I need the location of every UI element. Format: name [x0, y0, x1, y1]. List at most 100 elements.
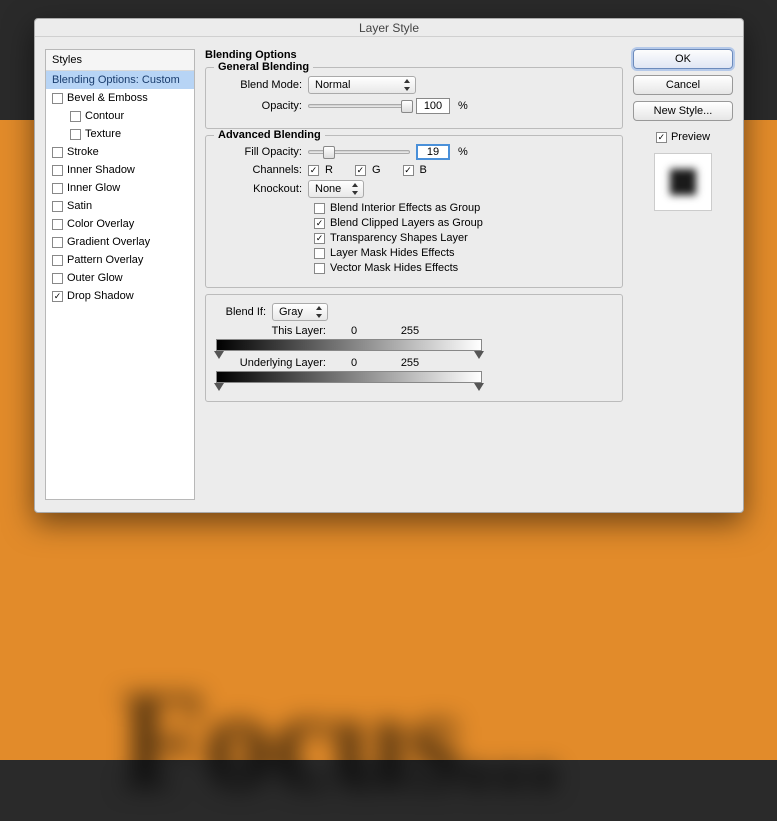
style-checkbox[interactable] [52, 147, 63, 158]
advanced-option-row: Vector Mask Hides Effects [314, 262, 612, 274]
sidebar-item-pattern-overlay[interactable]: Pattern Overlay [46, 251, 194, 269]
channel-g-label: G [372, 164, 381, 176]
channel-g-checkbox[interactable]: ✓ [355, 165, 366, 176]
styles-sidebar: Styles Blending Options: Custom Bevel & … [45, 49, 195, 500]
advanced-option-checkbox[interactable]: ✓ [314, 218, 325, 229]
advanced-blending-legend: Advanced Blending [214, 129, 325, 141]
underlying-handle-left[interactable] [214, 383, 224, 391]
blend-mode-label: Blend Mode: [216, 79, 302, 91]
preview-thumbnail [654, 153, 712, 211]
opacity-pct: % [458, 100, 468, 112]
advanced-option-row: Blend Interior Effects as Group [314, 202, 612, 214]
style-checkbox[interactable] [52, 273, 63, 284]
channels-label: Channels: [216, 164, 302, 176]
sidebar-item-label: Drop Shadow [67, 290, 134, 302]
channel-r-label: R [325, 164, 333, 176]
channel-b-checkbox[interactable]: ✓ [403, 165, 414, 176]
fill-opacity-slider[interactable] [308, 150, 410, 154]
style-checkbox[interactable]: ✓ [52, 291, 63, 302]
sidebar-item-drop-shadow[interactable]: ✓ Drop Shadow [46, 287, 194, 305]
layer-style-dialog: Layer Style Styles Blending Options: Cus… [34, 18, 744, 513]
sidebar-item-gradient-overlay[interactable]: Gradient Overlay [46, 233, 194, 251]
sidebar-item-label: Blending Options: Custom [52, 74, 180, 86]
opacity-label: Opacity: [216, 100, 302, 112]
advanced-option-checkbox[interactable] [314, 248, 325, 259]
underlying-handle-right[interactable] [474, 383, 484, 391]
style-checkbox[interactable] [52, 201, 63, 212]
sidebar-header[interactable]: Styles [46, 50, 194, 71]
sidebar-item-label: Satin [67, 200, 92, 212]
style-checkbox[interactable] [70, 111, 81, 122]
style-checkbox[interactable] [52, 219, 63, 230]
advanced-blending-group: Advanced Blending Fill Opacity: 19 % Cha… [205, 135, 623, 288]
advanced-option-row: ✓ Blend Clipped Layers as Group [314, 217, 612, 229]
sidebar-item-label: Contour [85, 110, 124, 122]
preview-label: Preview [671, 131, 710, 143]
sidebar-item-label: Gradient Overlay [67, 236, 150, 248]
dialog-title: Layer Style [35, 19, 743, 37]
sidebar-item-color-overlay[interactable]: Color Overlay [46, 215, 194, 233]
sidebar-item-contour[interactable]: Contour [46, 107, 194, 125]
underlying-layer-label: Underlying Layer: [218, 357, 326, 369]
main-panel: Blending Options General Blending Blend … [205, 49, 623, 500]
blend-mode-select[interactable]: Normal [308, 76, 416, 94]
style-checkbox[interactable] [70, 129, 81, 140]
sidebar-item-satin[interactable]: Satin [46, 197, 194, 215]
new-style-button[interactable]: New Style... [633, 101, 733, 121]
blend-if-select[interactable]: Gray [272, 303, 328, 321]
advanced-option-checkbox[interactable] [314, 203, 325, 214]
sidebar-item-label: Inner Shadow [67, 164, 135, 176]
channel-r-checkbox[interactable]: ✓ [308, 165, 319, 176]
this-layer-min: 0 [326, 325, 382, 337]
style-checkbox[interactable] [52, 237, 63, 248]
sidebar-item-blending-options[interactable]: Blending Options: Custom [46, 71, 194, 89]
advanced-option-label: Blend Clipped Layers as Group [330, 217, 483, 229]
fill-opacity-label: Fill Opacity: [216, 146, 302, 158]
sidebar-item-inner-shadow[interactable]: Inner Shadow [46, 161, 194, 179]
sidebar-item-label: Stroke [67, 146, 99, 158]
this-layer-gradient[interactable] [216, 339, 482, 351]
preview-checkbox[interactable]: ✓ [656, 132, 667, 143]
sidebar-item-label: Bevel & Emboss [67, 92, 148, 104]
knockout-label: Knockout: [216, 183, 302, 195]
advanced-option-checkbox[interactable]: ✓ [314, 233, 325, 244]
sidebar-item-stroke[interactable]: Stroke [46, 143, 194, 161]
fill-opacity-input[interactable]: 19 [416, 144, 450, 160]
blending-options-title: Blending Options [205, 49, 623, 61]
this-layer-label: This Layer: [218, 325, 326, 337]
sidebar-item-label: Texture [85, 128, 121, 140]
cancel-button[interactable]: Cancel [633, 75, 733, 95]
advanced-option-row: Layer Mask Hides Effects [314, 247, 612, 259]
canvas-text: Focus... [120, 660, 559, 821]
right-column: OK Cancel New Style... ✓ Preview [633, 49, 733, 500]
advanced-option-label: Layer Mask Hides Effects [330, 247, 455, 259]
ok-button[interactable]: OK [633, 49, 733, 69]
advanced-option-label: Vector Mask Hides Effects [330, 262, 458, 274]
opacity-input[interactable]: 100 [416, 98, 450, 114]
advanced-option-label: Blend Interior Effects as Group [330, 202, 480, 214]
blend-if-label: Blend If: [210, 306, 266, 318]
sidebar-item-label: Pattern Overlay [67, 254, 143, 266]
this-layer-max: 255 [382, 325, 438, 337]
channel-b-label: B [420, 164, 427, 176]
sidebar-item-label: Color Overlay [67, 218, 134, 230]
opacity-slider[interactable] [308, 104, 410, 108]
advanced-option-label: Transparency Shapes Layer [330, 232, 468, 244]
general-blending-legend: General Blending [214, 61, 313, 73]
sidebar-item-texture[interactable]: Texture [46, 125, 194, 143]
style-checkbox[interactable] [52, 93, 63, 104]
this-layer-handle-right[interactable] [474, 351, 484, 359]
underlying-gradient[interactable] [216, 371, 482, 383]
sidebar-item-bevel-emboss[interactable]: Bevel & Emboss [46, 89, 194, 107]
sidebar-item-outer-glow[interactable]: Outer Glow [46, 269, 194, 287]
style-checkbox[interactable] [52, 255, 63, 266]
underlying-min: 0 [326, 357, 382, 369]
style-checkbox[interactable] [52, 165, 63, 176]
advanced-option-checkbox[interactable] [314, 263, 325, 274]
fill-opacity-pct: % [458, 146, 468, 158]
preview-swatch [670, 169, 696, 195]
sidebar-item-inner-glow[interactable]: Inner Glow [46, 179, 194, 197]
this-layer-handle-left[interactable] [214, 351, 224, 359]
knockout-select[interactable]: None [308, 180, 364, 198]
style-checkbox[interactable] [52, 183, 63, 194]
